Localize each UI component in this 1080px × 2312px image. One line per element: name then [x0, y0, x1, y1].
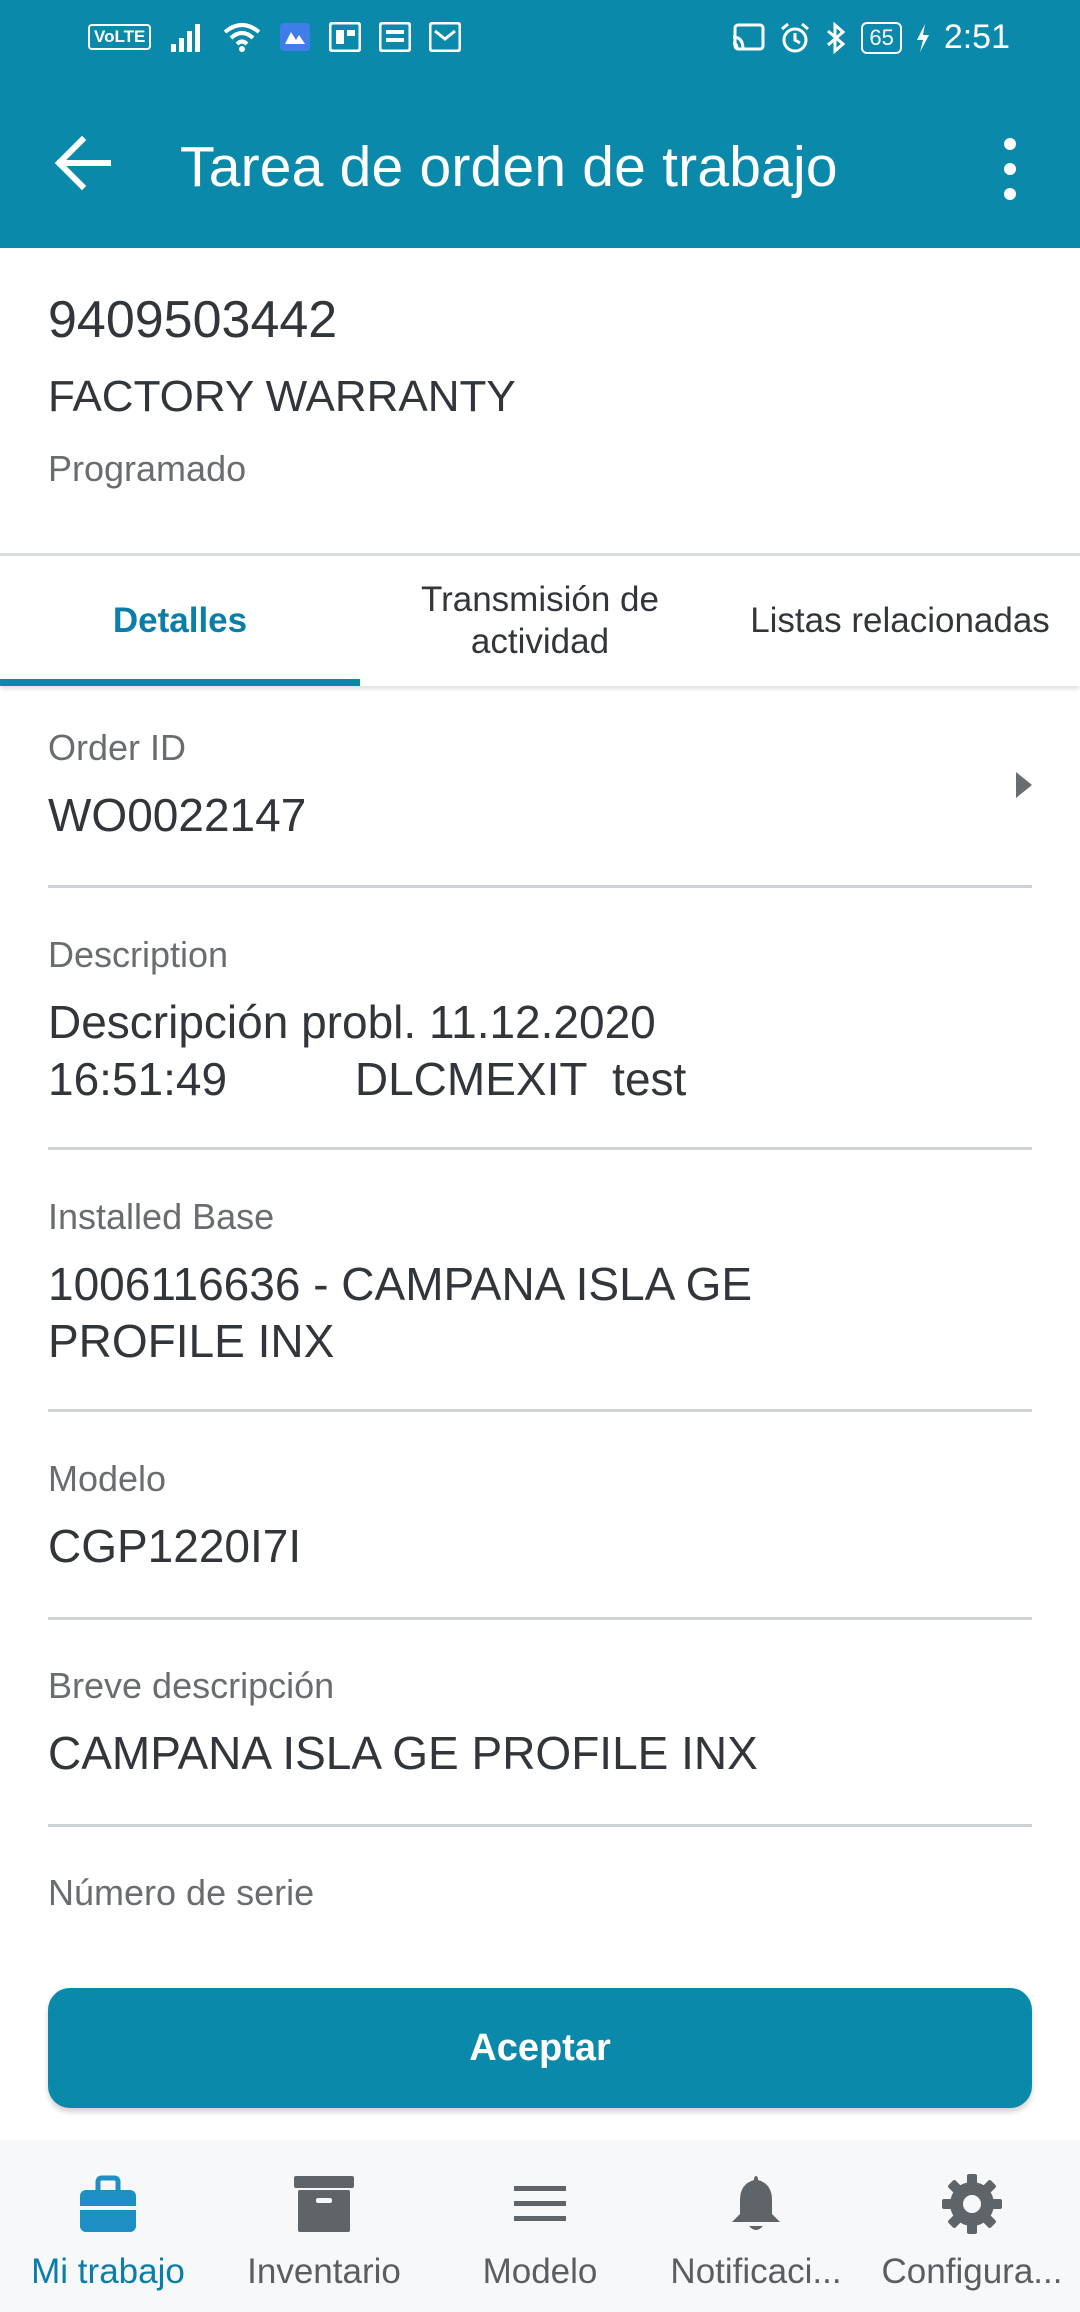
divider	[48, 1617, 1032, 1620]
installed-base-value: 1006116636 - CAMPANA ISLA GE PROFILE INX	[48, 1258, 753, 1367]
bluetooth-icon	[827, 21, 846, 54]
archive-box-icon	[294, 2176, 354, 2232]
nav-label-mi-trabajo: Mi trabajo	[31, 2252, 185, 2291]
nav-label-notificaciones: Notificaci...	[670, 2252, 842, 2291]
news-icon	[379, 22, 412, 52]
description-field: Description Descripción probl. 11.12.202…	[48, 934, 1032, 1108]
work-order-status: Programado	[48, 448, 247, 489]
nav-configuracion[interactable]: Configura...	[864, 2140, 1080, 2312]
clock: 2:51	[943, 18, 1010, 56]
description-value: Descripción probl. 11.12.2020 16:51:49 D…	[48, 996, 687, 1105]
modelo-label: Modelo	[48, 1458, 167, 1499]
numero-serie-field: Número de serie	[48, 1872, 1032, 1914]
order-id-value: WO0022147	[48, 789, 307, 841]
accept-button[interactable]: Aceptar	[48, 1988, 1032, 2108]
briefcase-icon	[80, 2175, 136, 2232]
order-id-label: Order ID	[48, 727, 187, 768]
status-left: VoLTE	[88, 22, 462, 52]
office-icon	[329, 22, 362, 52]
installed-base-field: Installed Base 1006116636 - CAMPANA ISLA…	[48, 1196, 1032, 1370]
tab-bar: Detalles Transmisión de actividad Listas…	[0, 553, 1080, 686]
numero-serie-label: Número de serie	[48, 1872, 315, 1913]
app-notification-icon	[280, 23, 311, 51]
mail-icon	[429, 22, 462, 52]
charging-icon	[916, 23, 929, 52]
nav-label-inventario: Inventario	[247, 2252, 401, 2291]
divider	[48, 1409, 1032, 1412]
work-order-number: 9409503442	[48, 291, 338, 349]
battery-indicator: 65	[861, 21, 902, 54]
breve-descripcion-field: Breve descripción CAMPANA ISLA GE PROFIL…	[48, 1665, 1032, 1782]
work-order-type: FACTORY WARRANTY	[48, 372, 516, 421]
status-right: 65 2:51	[731, 18, 1010, 57]
description-label: Description	[48, 934, 229, 975]
order-id-field[interactable]: Order ID WO0022147	[48, 727, 1032, 844]
status-bar: VoLTE 65 2:51	[0, 0, 1080, 80]
menu-lines-icon	[514, 2186, 566, 2221]
bottom-navigation: Mi trabajo Inventario Modelo Notificaci.…	[0, 2140, 1080, 2312]
cast-icon	[733, 23, 765, 50]
nav-inventario[interactable]: Inventario	[216, 2140, 432, 2312]
gear-icon	[942, 2174, 1002, 2234]
installed-base-label: Installed Base	[48, 1196, 275, 1237]
wifi-icon	[224, 23, 261, 52]
modelo-value: CGP1220I7I	[48, 1520, 302, 1572]
bell-icon	[732, 2176, 780, 2230]
nav-modelo[interactable]: Modelo	[432, 2140, 648, 2312]
signal-icon	[171, 24, 201, 52]
breve-descripcion-label: Breve descripción	[48, 1665, 335, 1706]
volte-indicator: VoLTE	[88, 24, 152, 50]
tab-transmision-actividad[interactable]: Transmisión de actividad	[360, 556, 720, 686]
back-arrow-icon[interactable]	[50, 128, 120, 198]
more-options-icon[interactable]	[990, 134, 1030, 204]
nav-notificaciones[interactable]: Notificaci...	[648, 2140, 864, 2312]
nav-label-modelo: Modelo	[482, 2252, 598, 2291]
nav-mi-trabajo[interactable]: Mi trabajo	[0, 2140, 216, 2312]
breve-descripcion-value: CAMPANA ISLA GE PROFILE INX	[48, 1727, 758, 1779]
toolbar: Tarea de orden de trabajo	[0, 110, 1080, 220]
app-bar: VoLTE 65 2:51 Tarea de orden de trabajo	[0, 0, 1080, 248]
page-title: Tarea de orden de trabajo	[180, 135, 838, 199]
chevron-right-icon[interactable]	[1014, 770, 1034, 800]
divider	[48, 1147, 1032, 1150]
active-tab-indicator	[0, 679, 360, 686]
nav-label-configuracion: Configura...	[881, 2252, 1063, 2291]
divider	[48, 885, 1032, 888]
divider	[48, 1824, 1032, 1827]
alarm-icon	[781, 22, 810, 52]
tab-detalles[interactable]: Detalles	[0, 556, 360, 686]
modelo-field: Modelo CGP1220I7I	[48, 1458, 1032, 1575]
work-order-header: 9409503442 FACTORY WARRANTY Programado	[48, 290, 516, 490]
tab-listas-relacionadas[interactable]: Listas relacionadas	[720, 556, 1080, 686]
